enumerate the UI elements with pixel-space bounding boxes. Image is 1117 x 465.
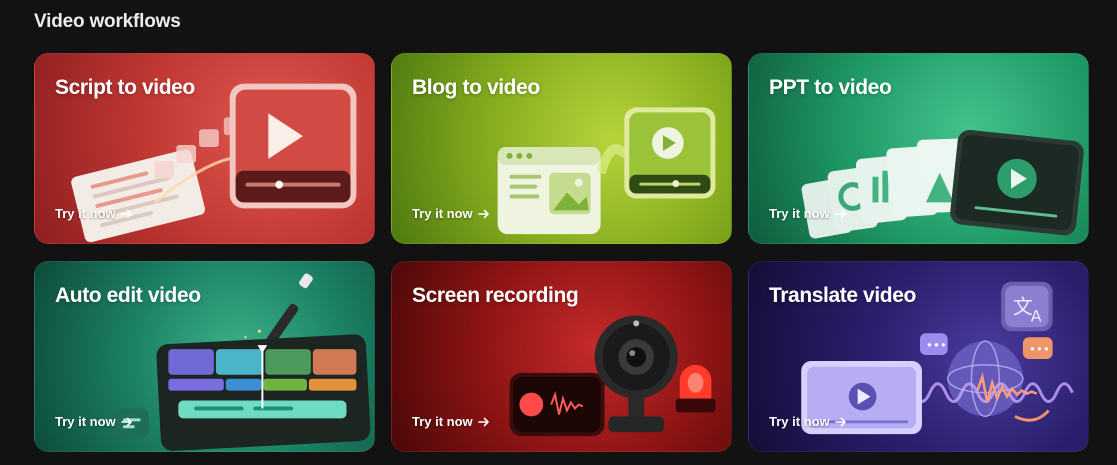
svg-text:•••: ••• xyxy=(926,338,947,352)
card-title: PPT to video xyxy=(769,76,892,99)
card-script-to-video[interactable]: Script to video Try it now xyxy=(34,53,375,244)
try-it-now-label: Try it now xyxy=(769,414,830,429)
card-ppt-to-video[interactable]: PPT to video Try it now xyxy=(748,53,1089,244)
arrow-right-icon xyxy=(477,208,490,220)
try-it-now-link[interactable]: Try it now xyxy=(769,414,847,429)
arrow-right-icon xyxy=(477,416,490,428)
arrow-right-icon xyxy=(834,416,847,428)
card-blog-to-video[interactable]: Blog to video Try it now xyxy=(391,53,732,244)
try-it-now-label: Try it now xyxy=(55,414,116,429)
try-it-now-label: Try it now xyxy=(769,206,830,221)
try-it-now-link[interactable]: Try it now xyxy=(769,206,847,221)
card-title: Auto edit video xyxy=(55,284,201,307)
card-title: Script to video xyxy=(55,76,195,99)
arrow-right-icon xyxy=(834,208,847,220)
try-it-now-label: Try it now xyxy=(412,414,473,429)
card-title: Blog to video xyxy=(412,76,540,99)
svg-text:•••: ••• xyxy=(1029,342,1050,356)
arrow-right-icon xyxy=(120,208,133,220)
arrow-right-icon xyxy=(120,416,133,428)
try-it-now-label: Try it now xyxy=(412,206,473,221)
workflow-grid: Script to video Try it now Blog to video… xyxy=(34,53,1089,452)
card-title: Screen recording xyxy=(412,284,579,307)
card-auto-edit-video[interactable]: Auto edit video Try it now xyxy=(34,261,375,452)
try-it-now-label: Try it now xyxy=(55,206,116,221)
card-title: Translate video xyxy=(769,284,916,307)
card-translate-video[interactable]: 文 A ••• ••• Translate video Try it now xyxy=(748,261,1089,452)
svg-text:A: A xyxy=(1031,306,1042,325)
section-title: Video workflows xyxy=(34,11,181,32)
card-screen-recording[interactable]: Screen recording Try it now xyxy=(391,261,732,452)
try-it-now-link[interactable]: Try it now xyxy=(55,206,133,221)
try-it-now-link[interactable]: Try it now xyxy=(55,414,133,429)
try-it-now-link[interactable]: Try it now xyxy=(412,414,490,429)
try-it-now-link[interactable]: Try it now xyxy=(412,206,490,221)
